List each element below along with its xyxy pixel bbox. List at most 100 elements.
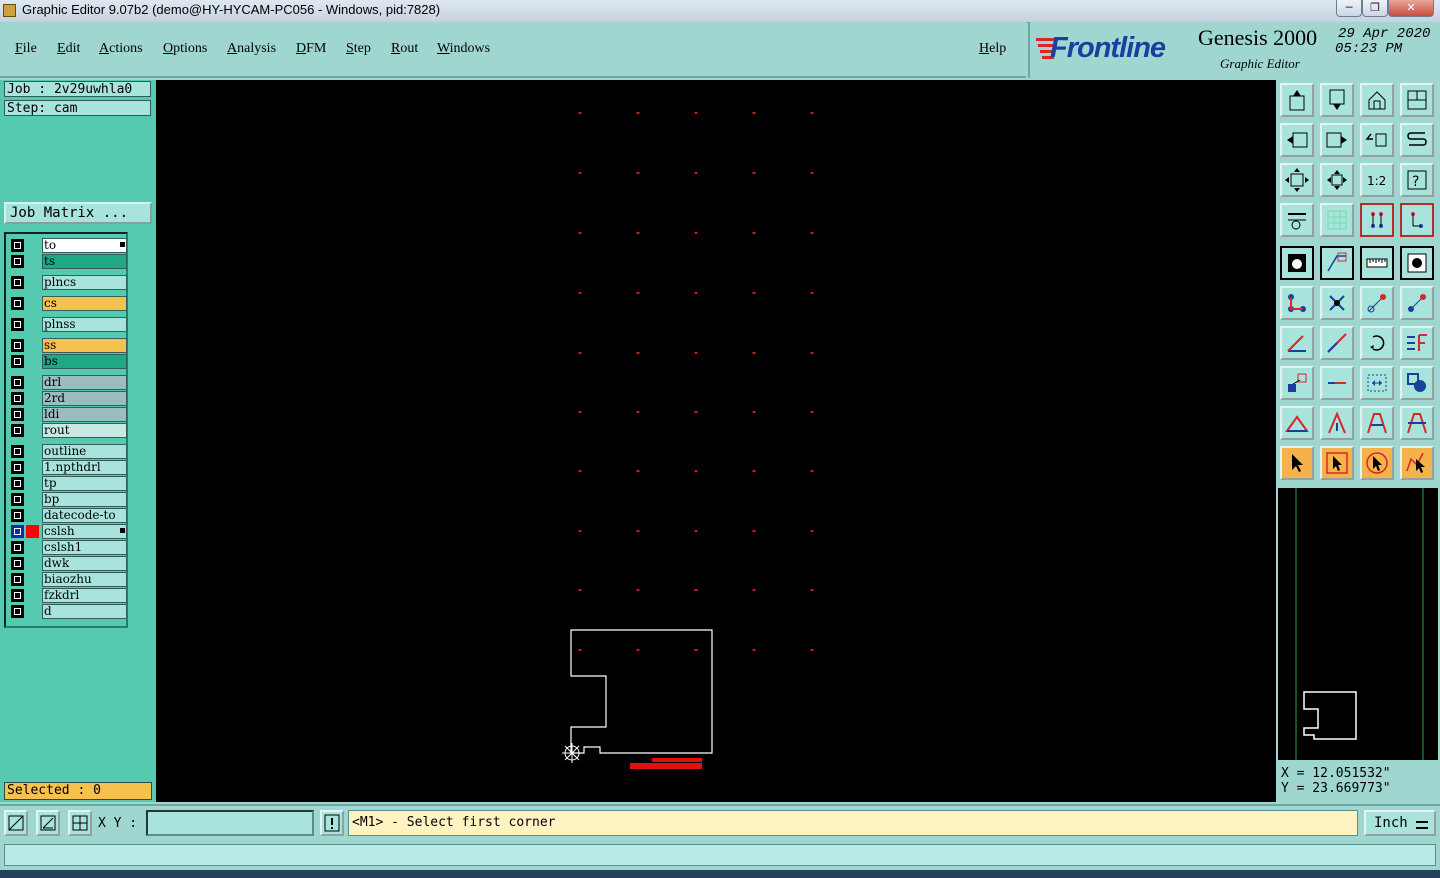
layer-row-datecode-to[interactable]: datecode-to [8,508,127,523]
layer-name[interactable]: bp [42,492,127,507]
layer-row-fzkdrl[interactable]: fzkdrl [8,588,127,603]
layer-name[interactable]: d [42,604,127,619]
layer-name[interactable]: datecode-to [42,508,127,523]
arch-button[interactable] [1360,406,1394,440]
layer-visibility-checkbox[interactable] [11,493,24,506]
snap-mode-button[interactable] [4,810,28,836]
select-box-button[interactable] [1320,446,1354,480]
menu-windows[interactable]: Windows [437,41,490,57]
layer-row-rout[interactable]: rout [8,423,127,438]
alert-button[interactable] [320,810,344,836]
graphic-canvas[interactable] [156,80,1276,802]
menu-dfm[interactable]: DFM [296,41,326,57]
layer-name[interactable]: plncs [42,275,127,290]
help-button[interactable]: ? [1400,163,1434,197]
layer-row-outline[interactable]: outline [8,444,127,459]
move-down-button[interactable] [1320,83,1354,117]
select-path-button[interactable] [1400,446,1434,480]
layer-name[interactable]: fzkdrl [42,588,127,603]
layer-row-ldi[interactable]: ldi [8,407,127,422]
layer-row-cslsh1[interactable]: cslsh1 [8,540,127,555]
layer-visibility-checkbox[interactable] [11,477,24,490]
layer-name[interactable]: outline [42,444,127,459]
layer-visibility-checkbox[interactable] [11,255,24,268]
minimize-button[interactable]: ─ [1336,0,1362,17]
move-up-button[interactable] [1280,83,1314,117]
layer-row-cslsh[interactable]: cslsh [8,524,127,539]
layer-row-bs[interactable]: bs [8,354,127,369]
minus-button[interactable] [1320,366,1354,400]
layer-visibility-checkbox[interactable] [11,392,24,405]
layer-visibility-checkbox[interactable] [11,297,24,310]
arc-button[interactable] [1360,326,1394,360]
triangle-up-button[interactable] [1320,406,1354,440]
layer-visibility-checkbox[interactable] [11,339,24,352]
fit-screen-button[interactable] [1280,163,1314,197]
layer-visibility-checkbox[interactable] [11,445,24,458]
layer-name[interactable]: plnss [42,317,127,332]
layer-visibility-checkbox[interactable] [11,509,24,522]
layer-name[interactable]: tp [42,476,127,491]
layer-row-2rd[interactable]: 2rd [8,391,127,406]
layer-visibility-checkbox[interactable] [11,408,24,421]
layer-name[interactable]: cslsh [42,524,127,539]
layer-visibility-checkbox[interactable] [11,557,24,570]
layer-name[interactable]: biaozhu [42,572,127,587]
panel-split-button[interactable] [1400,83,1434,117]
layer-row-dwk[interactable]: dwk [8,556,127,571]
layer-name[interactable]: 2rd [42,391,127,406]
layer-visibility-checkbox[interactable] [11,318,24,331]
unit-selector[interactable]: Inch [1364,810,1436,836]
menu-actions[interactable]: Actions [99,41,143,57]
layer-visibility-checkbox[interactable] [11,573,24,586]
layer-name[interactable]: to [42,238,127,253]
layer-row-cs[interactable]: cs [8,296,127,311]
layer-name[interactable]: drl [42,375,127,390]
layer-row-tp[interactable]: tp [8,476,127,491]
triangle-button[interactable] [1280,406,1314,440]
layer-row-drl[interactable]: drl [8,375,127,390]
snake-button[interactable] [1400,123,1434,157]
layer-row-to[interactable]: to [8,238,127,253]
snap-button[interactable] [1360,203,1394,237]
angle-mode-button[interactable] [36,810,60,836]
pad-button[interactable] [1280,246,1314,280]
job-matrix-button[interactable]: Job Matrix ... [4,202,152,224]
snap-alt-button[interactable] [1400,203,1434,237]
circle-button[interactable] [1400,246,1434,280]
layer-name[interactable]: ts [42,254,127,269]
menu-rout[interactable]: Rout [391,41,418,57]
maximize-button[interactable]: ❐ [1362,0,1388,17]
split-button[interactable] [1400,326,1434,360]
layer-row-plnss[interactable]: plnss [8,317,127,332]
layer-row-d[interactable]: d [8,604,127,619]
menu-analysis[interactable]: Analysis [227,41,276,57]
shapes-button[interactable] [1400,366,1434,400]
transform-button[interactable] [1280,366,1314,400]
home-button[interactable] [1360,83,1394,117]
move-right-button[interactable] [1320,123,1354,157]
layer-visibility-checkbox[interactable] [11,239,24,252]
line-point-alt-button[interactable] [1400,286,1434,320]
grid-button[interactable] [1320,203,1354,237]
layer-row-ss[interactable]: ss [8,338,127,353]
intersect-button[interactable] [1320,286,1354,320]
shape-button[interactable] [1320,246,1354,280]
layer-visibility-checkbox[interactable] [11,541,24,554]
select-circle-button[interactable] [1360,446,1394,480]
zoom-center-button[interactable] [1320,163,1354,197]
select-button[interactable] [1280,446,1314,480]
xy-input[interactable] [146,810,314,836]
layer-visibility-checkbox[interactable] [11,355,24,368]
menu-step[interactable]: Step [346,41,371,57]
layer-row-biaozhu[interactable]: biaozhu [8,572,127,587]
menu-file[interactable]: File [15,41,37,57]
layer-name[interactable]: 1.npthdrl [42,460,127,475]
layer-visibility-checkbox[interactable] [11,424,24,437]
layer-name[interactable]: ss [42,338,127,353]
nodes-button[interactable] [1280,286,1314,320]
line-point-button[interactable] [1360,286,1394,320]
layer-visibility-checkbox[interactable] [11,276,24,289]
layer-row-bp[interactable]: bp [8,492,127,507]
layer-row-ts[interactable]: ts [8,254,127,269]
